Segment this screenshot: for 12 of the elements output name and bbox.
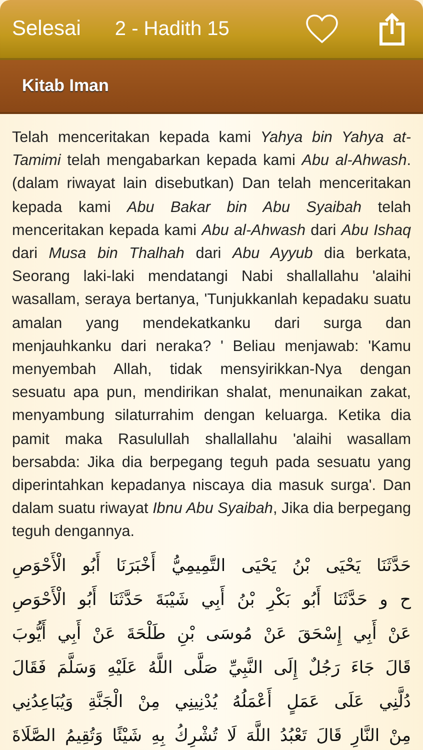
section-title: Kitab Iman <box>22 76 109 96</box>
arabic-text-line: دُلَّنِي عَلَى عَمَلٍ أَعْمَلُهُ يُدْنِينِي مِنْ الْجَنَّةِ وَيُبَاعِدُنِي <box>12 686 411 718</box>
arabic-text-line: ح و حَدَّثَنَا أَبُو بَكْرِ بْنُ أَبِي شَيْبَةَ حَدَّثَنَا أَبُو الْأَحْوَصِ <box>12 584 411 616</box>
heart-icon[interactable] <box>305 14 339 44</box>
nav-title: 2 - Hadith 15 <box>114 18 230 40</box>
arabic-text-line: عَنْ أَبِي إِسْحَقَ عَنْ مُوسَى بْنِ طَلْحَةَ عَنْ أَبِي أَيُّوبَ <box>12 618 411 650</box>
arabic-text-line: قَالَ جَاءَ رَجُلٌ إِلَى النَّبِيِّ صَلَّى اللَّهُ عَلَيْهِ وَسَلَّمَ فَقَالَ <box>12 652 411 684</box>
translation-paragraph: Telah menceritakan kepada kami Yahya bin Yahya at-Tamimi telah mengabarkan kepada kami Abu al-Ahwash. (dalam riwayat lain disebutkan) Dan telah menceritakan kepada kami Abu Bakar bin Abu Syaibah telah menceritakan kepada kami Abu al-Ahwash dari Abu Ishaq dari Musa bin Thalhah dari Abu Ayyub dia berkata, Seorang laki-laki mendatangi Nabi shallallahu 'alaihi wasallam, seraya bertanya, 'Tunjukkanlah kepadaku suatu amalan yang mendekatkanku dari surga dan menjauhkanku dari neraka? ' Beliau menjawab: 'Kamu menyembah Allah, tidak mensyirikkan-Nya dengan sesuatu apa pun, mendirikan shalat, menunaikan zakat, menyambung silaturrahim dengan keluarga. Ketika dia pamit maka Rasulullah shallallahu 'alaihi wasallam bersabda: Jika dia berpegang teguh pada sesuatu yang diperintahkan kepadanya niscaya dia masuk surga'. Dan dalam suatu riwayat Ibnu Abu Syaibah, Jika dia berpegang teguh dengannya. <box>12 128 411 542</box>
done-button[interactable]: Selesai <box>12 17 81 41</box>
arabic-text-line: حَدَّثَنَا يَحْيَى بْنُ يَحْيَى التَّمِيمِيُّ أَخْبَرَنَا أَبُو الْأَحْوَصِ <box>12 550 411 582</box>
arabic-text-line: مِنْ النَّارِ قَالَ تَعْبُدُ اللَّهَ لَا تُشْرِكُ بِهِ شَيْئًا وَتُقِيمُ الصَّلَاةَ <box>12 720 411 750</box>
share-icon[interactable] <box>379 12 405 46</box>
